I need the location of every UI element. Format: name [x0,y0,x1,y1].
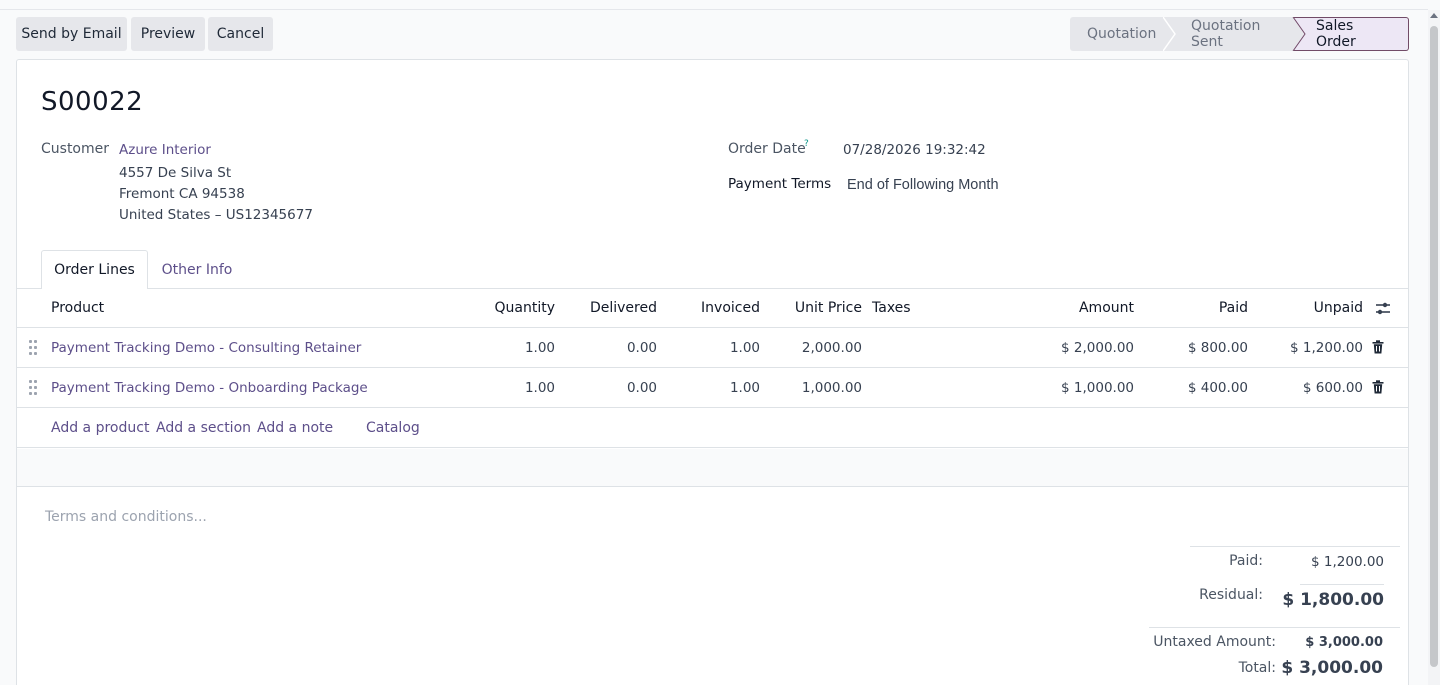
paid-cell: $ 800.00 [1187,339,1248,356]
status-sales-order-label: Sales Order [1316,18,1356,50]
customer-address-line2: Fremont CA 94538 [119,186,245,202]
col-taxes-header[interactable]: Taxes [872,289,911,327]
unpaid-cell: $ 600.00 [1302,379,1363,396]
payment-terms-field[interactable]: End of Following Month [847,177,999,193]
status-chevron-icon [1163,17,1176,51]
col-invoiced-header[interactable]: Invoiced [659,289,760,327]
trash-icon[interactable] [1372,340,1384,354]
quantity-cell[interactable]: 1.00 [457,368,555,407]
delivered-cell[interactable]: 0.00 [557,328,657,367]
product-cell[interactable]: Payment Tracking Demo - Onboarding Packa… [51,368,368,407]
tab-other-info[interactable]: Other Info [148,250,246,289]
amount-cell: $ 1,000.00 [1061,379,1134,396]
customer-name-link[interactable]: Azure Interior [119,142,211,158]
form-sheet: S00022 Customer Azure Interior 4557 De S… [16,59,1409,685]
order-lines-table: Product Quantity Delivered Invoiced Unit… [17,289,1408,448]
totals-divider [1149,627,1400,628]
invoiced-cell[interactable]: 1.00 [659,368,760,407]
status-chevron-icon [1292,17,1306,51]
preview-button[interactable]: Preview [131,17,205,51]
unit-price-cell[interactable]: 2,000.00 [762,328,862,367]
totals-divider [1190,546,1400,547]
untaxed-amount-value: $ 3,000.00 [1305,635,1383,650]
unit-price-cell[interactable]: 1,000.00 [762,368,862,407]
customer-address-line3: United States – US12345677 [119,207,313,223]
scrollbar-thumb[interactable] [1430,26,1438,667]
scroll-up-arrow-icon[interactable] [1430,10,1438,20]
col-delivered-header[interactable]: Delivered [557,289,657,327]
tab-order-lines[interactable]: Order Lines [41,250,148,289]
send-by-email-button[interactable]: Send by Email [16,17,127,51]
help-tooltip-icon[interactable]: ? [804,139,809,149]
customer-label: Customer [41,141,110,157]
table-row[interactable]: Payment Tracking Demo - Onboarding Packa… [17,368,1408,408]
add-product-link[interactable]: Add a product [51,408,149,447]
residual-label: Residual: [1199,587,1263,603]
cancel-button[interactable]: Cancel [208,17,273,51]
residual-value: $ 1,800.00 [1282,590,1384,610]
order-date-field[interactable]: 07/28/2026 19:32:42 [843,142,986,158]
status-quotation-label: Quotation [1087,26,1157,42]
untaxed-amount-label: Untaxed Amount: [1153,634,1276,650]
delivered-cell[interactable]: 0.00 [557,368,657,407]
invoiced-cell[interactable]: 1.00 [659,328,760,367]
col-product-header[interactable]: Product [51,289,104,327]
top-divider [0,9,1428,10]
status-quotation-sent-label: Quotation Sent [1191,18,1261,50]
status-quotation-sent[interactable]: Quotation Sent [1165,17,1294,51]
tab-order-lines-label: Order Lines [54,262,135,278]
col-amount-header[interactable]: Amount [1017,289,1134,327]
paid-total-value: $ 1,200.00 [1311,554,1384,570]
tab-other-info-label: Other Info [161,261,233,278]
catalog-link[interactable]: Catalog [366,408,420,447]
paid-total-label: Paid: [1229,553,1263,569]
customer-address-line1: 4557 De Silva St [119,165,232,181]
table-footer [17,449,1408,487]
unpaid-cell: $ 1,200.00 [1290,339,1363,356]
drag-handle-icon[interactable] [29,340,39,356]
status-bar: Quotation Quotation Sent Sales Order [1070,17,1409,51]
table-row[interactable]: Payment Tracking Demo - Consulting Retai… [17,328,1408,368]
col-quantity-header[interactable]: Quantity [457,289,556,327]
add-line-row: Add a product Add a section Add a note C… [17,408,1408,448]
table-header-row: Product Quantity Delivered Invoiced Unit… [17,289,1408,328]
terms-and-conditions-field[interactable]: Terms and conditions... [45,509,207,525]
col-paid-header[interactable]: Paid [1147,289,1248,327]
col-unit-price-header[interactable]: Unit Price [762,289,862,327]
residual-divider [1300,584,1384,585]
amount-cell: $ 2,000.00 [1061,339,1134,356]
add-note-link[interactable]: Add a note [257,408,333,447]
page-title: S00022 [41,87,144,117]
total-value: $ 3,000.00 [1281,658,1383,678]
quantity-cell[interactable]: 1.00 [457,328,555,367]
drag-handle-icon[interactable] [29,380,39,396]
status-quotation[interactable]: Quotation [1070,17,1165,51]
paid-cell: $ 400.00 [1187,379,1248,396]
order-date-label: Order Date [728,141,806,157]
product-cell[interactable]: Payment Tracking Demo - Consulting Retai… [51,328,361,367]
status-sales-order[interactable]: Sales Order [1294,17,1409,51]
add-section-link[interactable]: Add a section [156,408,251,447]
payment-terms-label: Payment Terms [728,176,832,192]
col-unpaid-header[interactable]: Unpaid [1257,289,1363,327]
optional-columns-icon[interactable] [1375,301,1391,316]
trash-icon[interactable] [1372,380,1384,394]
